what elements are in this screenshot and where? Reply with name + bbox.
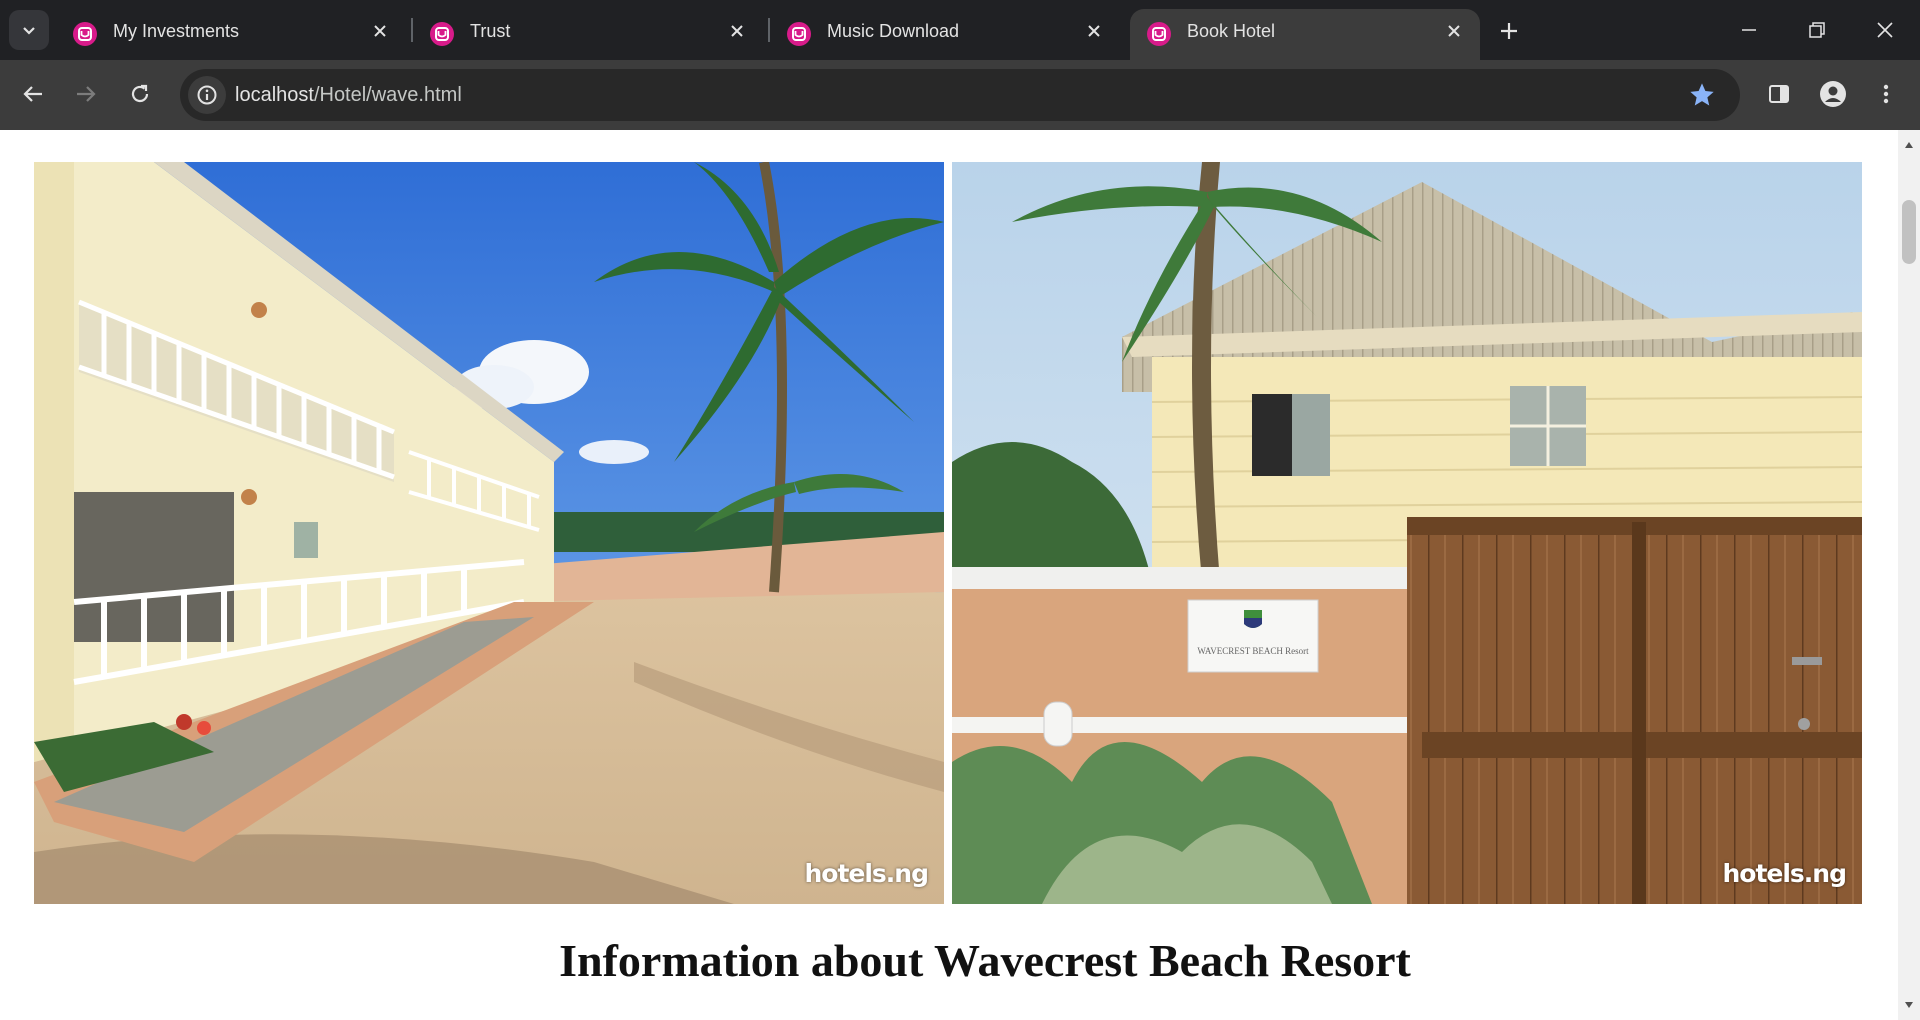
photo-watermark: hotels.ng [804,859,929,888]
restore-button[interactable] [1792,8,1842,52]
restore-icon [1809,22,1825,38]
tab-title: Book Hotel [1187,21,1276,41]
tab-close-icon[interactable] [1442,19,1466,43]
tab-title: Trust [470,21,511,41]
tab-trust[interactable]: Trust [413,9,763,60]
triangle-down-icon [1905,1002,1913,1008]
tab-search-button[interactable] [9,10,49,50]
tab-music-download[interactable]: Music Download [770,9,1120,60]
address-bar[interactable]: localhost/Hotel/wave.html [180,69,1740,121]
info-icon [197,85,217,105]
site-favicon-icon [787,22,811,46]
site-favicon-icon [430,22,454,46]
site-favicon-icon [73,22,97,46]
site-info-button[interactable] [188,76,226,114]
arrow-left-icon [23,86,42,102]
minimize-button[interactable] [1724,8,1774,52]
tab-book-hotel[interactable]: Book Hotel [1130,9,1480,60]
plus-icon [1501,23,1517,39]
menu-button[interactable] [1864,72,1908,116]
back-button[interactable] [11,72,55,116]
more-vertical-icon [1883,84,1889,104]
url-path: /Hotel/wave.html [313,84,462,106]
scroll-thumb[interactable] [1902,200,1916,264]
page-heading: Information about Wavecrest Beach Resort [559,935,1411,986]
forward-button[interactable] [64,72,108,116]
tab-title: My Investments [113,21,240,41]
tab-close-icon[interactable] [368,19,392,43]
reload-icon [131,84,149,103]
bookmark-button[interactable] [1686,79,1718,111]
scroll-down-button[interactable] [1898,994,1920,1016]
scroll-up-button[interactable] [1898,134,1920,156]
hotel-photo-1: hotels.ng [34,162,944,904]
tab-my-investments[interactable]: My Investments [56,9,406,60]
gate-sign-text: WAVECREST BEACH Resort [1197,646,1309,656]
reload-button[interactable] [118,72,162,116]
profile-avatar-icon [1820,81,1846,107]
page-scrollbar[interactable] [1898,130,1920,1020]
side-panel-icon [1769,85,1789,103]
triangle-up-icon [1905,142,1913,148]
tab-strip: My Investments Trust Music Download Book… [0,0,1920,60]
close-window-button[interactable] [1860,8,1910,52]
arrow-right-icon [77,86,96,102]
url-host: localhost [235,84,314,106]
new-tab-button[interactable] [1492,14,1526,48]
page-content: hotels.ng WAVECREST BEACH Resort hotels.… [0,130,1898,1020]
minimize-icon [1742,29,1756,31]
browser-toolbar: localhost/Hotel/wave.html [0,60,1920,130]
site-favicon-icon [1147,22,1171,46]
hotel-photo-2: WAVECREST BEACH Resort hotels.ng [952,162,1862,904]
photo-watermark: hotels.ng [1722,859,1847,888]
tab-close-icon[interactable] [725,19,749,43]
star-icon [1690,83,1714,106]
profile-button[interactable] [1811,72,1855,116]
side-panel-button[interactable] [1757,72,1801,116]
tab-close-icon[interactable] [1082,19,1106,43]
url-text[interactable]: localhost/Hotel/wave.html [235,69,462,121]
close-icon [1877,22,1893,38]
chevron-down-icon [23,27,35,35]
tab-title: Music Download [827,21,960,41]
